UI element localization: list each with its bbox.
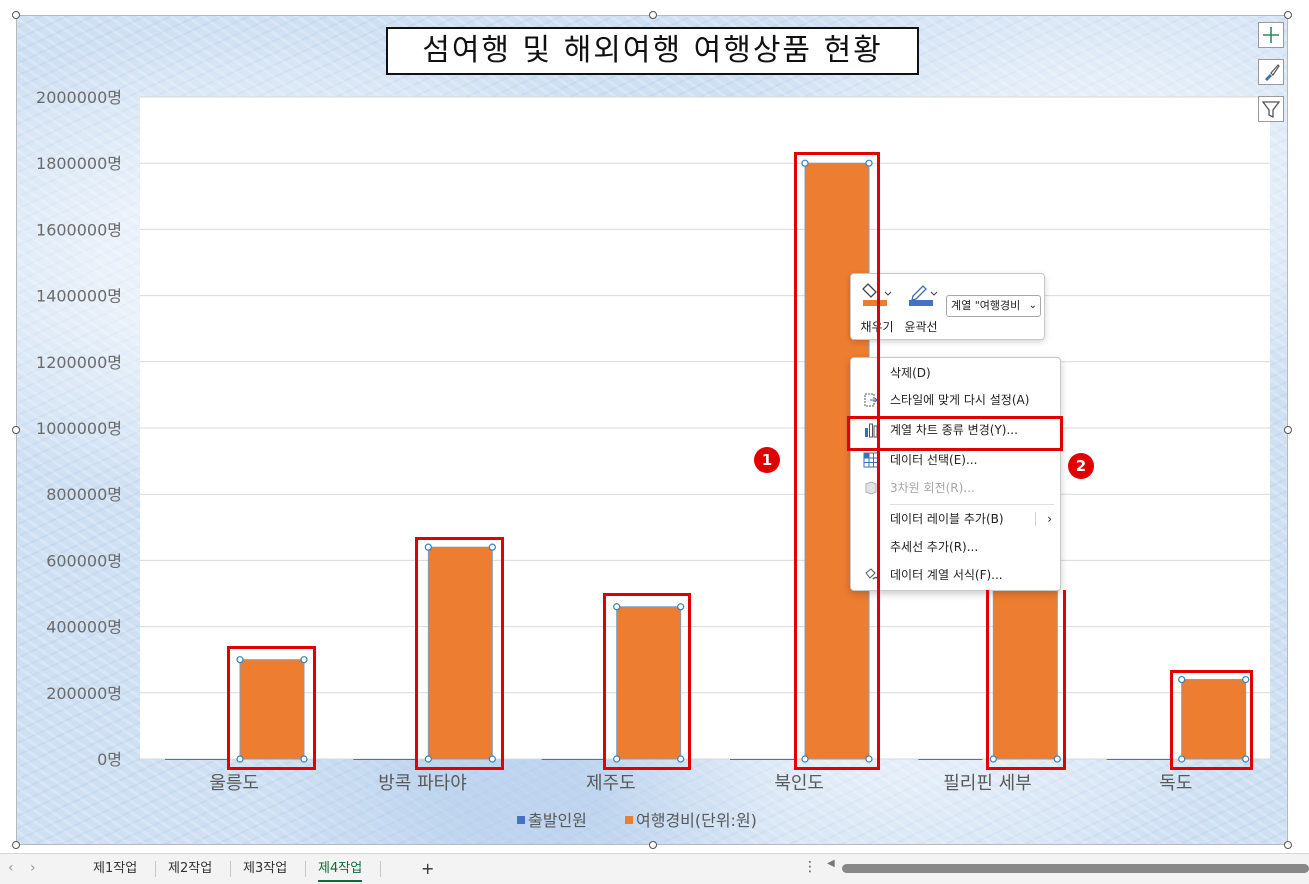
chevron-down-icon: ⌄ [1028, 300, 1037, 311]
resize-handle-bottom[interactable] [649, 841, 657, 849]
highlight-box-bar-3 [603, 593, 691, 770]
chart-title[interactable]: 섬여행 및 해외여행 여행상품 현황 [386, 27, 919, 75]
more-options-icon[interactable]: ⋮ [803, 859, 817, 875]
outline-button[interactable]: 윤곽선 [901, 280, 941, 336]
highlight-box-bar-5 [986, 590, 1066, 770]
menu-separator [890, 504, 1054, 505]
highlight-box-bar-1 [227, 646, 316, 770]
outline-color-swatch [909, 300, 933, 306]
resize-handle-left[interactable] [12, 426, 20, 434]
sheet-tab-2[interactable]: 제2작업 [168, 858, 212, 880]
tab-separator [230, 861, 231, 877]
highlight-box-bar-4 [794, 152, 880, 770]
resize-handle-top[interactable] [649, 11, 657, 19]
menu-item-delete[interactable]: 삭제(D) [851, 360, 1060, 386]
highlight-box-bar-2 [415, 537, 504, 770]
highlight-box-change-chart-type [847, 416, 1063, 451]
resize-handle-right[interactable] [1284, 426, 1292, 434]
menu-item-add-data-labels[interactable]: 데이터 레이블 추가(B) › [851, 506, 1060, 532]
sheet-tab-3[interactable]: 제3작업 [243, 858, 287, 880]
series-select-dropdown[interactable]: 계열 "여행경비 ⌄ [946, 295, 1041, 317]
pen-icon [909, 285, 938, 306]
tab-separator [305, 861, 306, 877]
tab-separator [155, 861, 156, 877]
chevron-right-icon: › [1047, 512, 1052, 526]
menu-item-reset-style[interactable]: 스타일에 맞게 다시 설정(A) [851, 387, 1060, 413]
context-menu: 삭제(D) 스타일에 맞게 다시 설정(A) 계열 차트 종류 변경(Y)...… [850, 357, 1061, 591]
chart-styles-button[interactable] [1258, 59, 1284, 85]
sheet-tab-bar: ‹ › 제1작업 제2작업 제3작업 제4작업 + ⋮ ◀ [0, 853, 1309, 884]
funnel-icon [1261, 101, 1281, 119]
sheet-tab-4[interactable]: 제4작업 [318, 858, 363, 882]
menu-item-3d-rotation[interactable]: 3차원 회전(R)... [851, 475, 1060, 501]
highlight-box-bar-6 [1170, 670, 1253, 770]
horizontal-scrollbar[interactable] [842, 864, 1309, 873]
resize-handle-top-right[interactable] [1284, 11, 1292, 19]
brush-icon [1265, 64, 1280, 81]
menu-item-add-trendline[interactable]: 추세선 추가(R)... [851, 534, 1060, 560]
menu-item-format-series[interactable]: 데이터 계열 서식(F)... [851, 562, 1060, 588]
step-badge-2: 2 [1068, 453, 1094, 479]
chart-elements-button[interactable] [1258, 22, 1284, 48]
scroll-left-icon[interactable]: ◀ [827, 858, 835, 869]
tab-separator [380, 861, 381, 877]
chart-filters-button[interactable] [1258, 96, 1284, 122]
chevron-left-icon[interactable]: ‹ [8, 860, 14, 876]
resize-handle-bottom-left[interactable] [12, 841, 20, 849]
add-sheet-button[interactable]: + [421, 858, 434, 880]
plus-icon [1263, 27, 1279, 43]
resize-handle-bottom-right[interactable] [1284, 841, 1292, 849]
chevron-right-icon[interactable]: › [30, 860, 36, 876]
sheet-tab-1[interactable]: 제1작업 [93, 858, 137, 880]
series-select-value: 계열 "여행경비 [951, 299, 1021, 312]
step-badge-1: 1 [754, 447, 780, 473]
resize-handle-top-left[interactable] [12, 11, 20, 19]
submenu-divider [1035, 512, 1036, 526]
outline-label: 윤곽선 [904, 320, 938, 334]
